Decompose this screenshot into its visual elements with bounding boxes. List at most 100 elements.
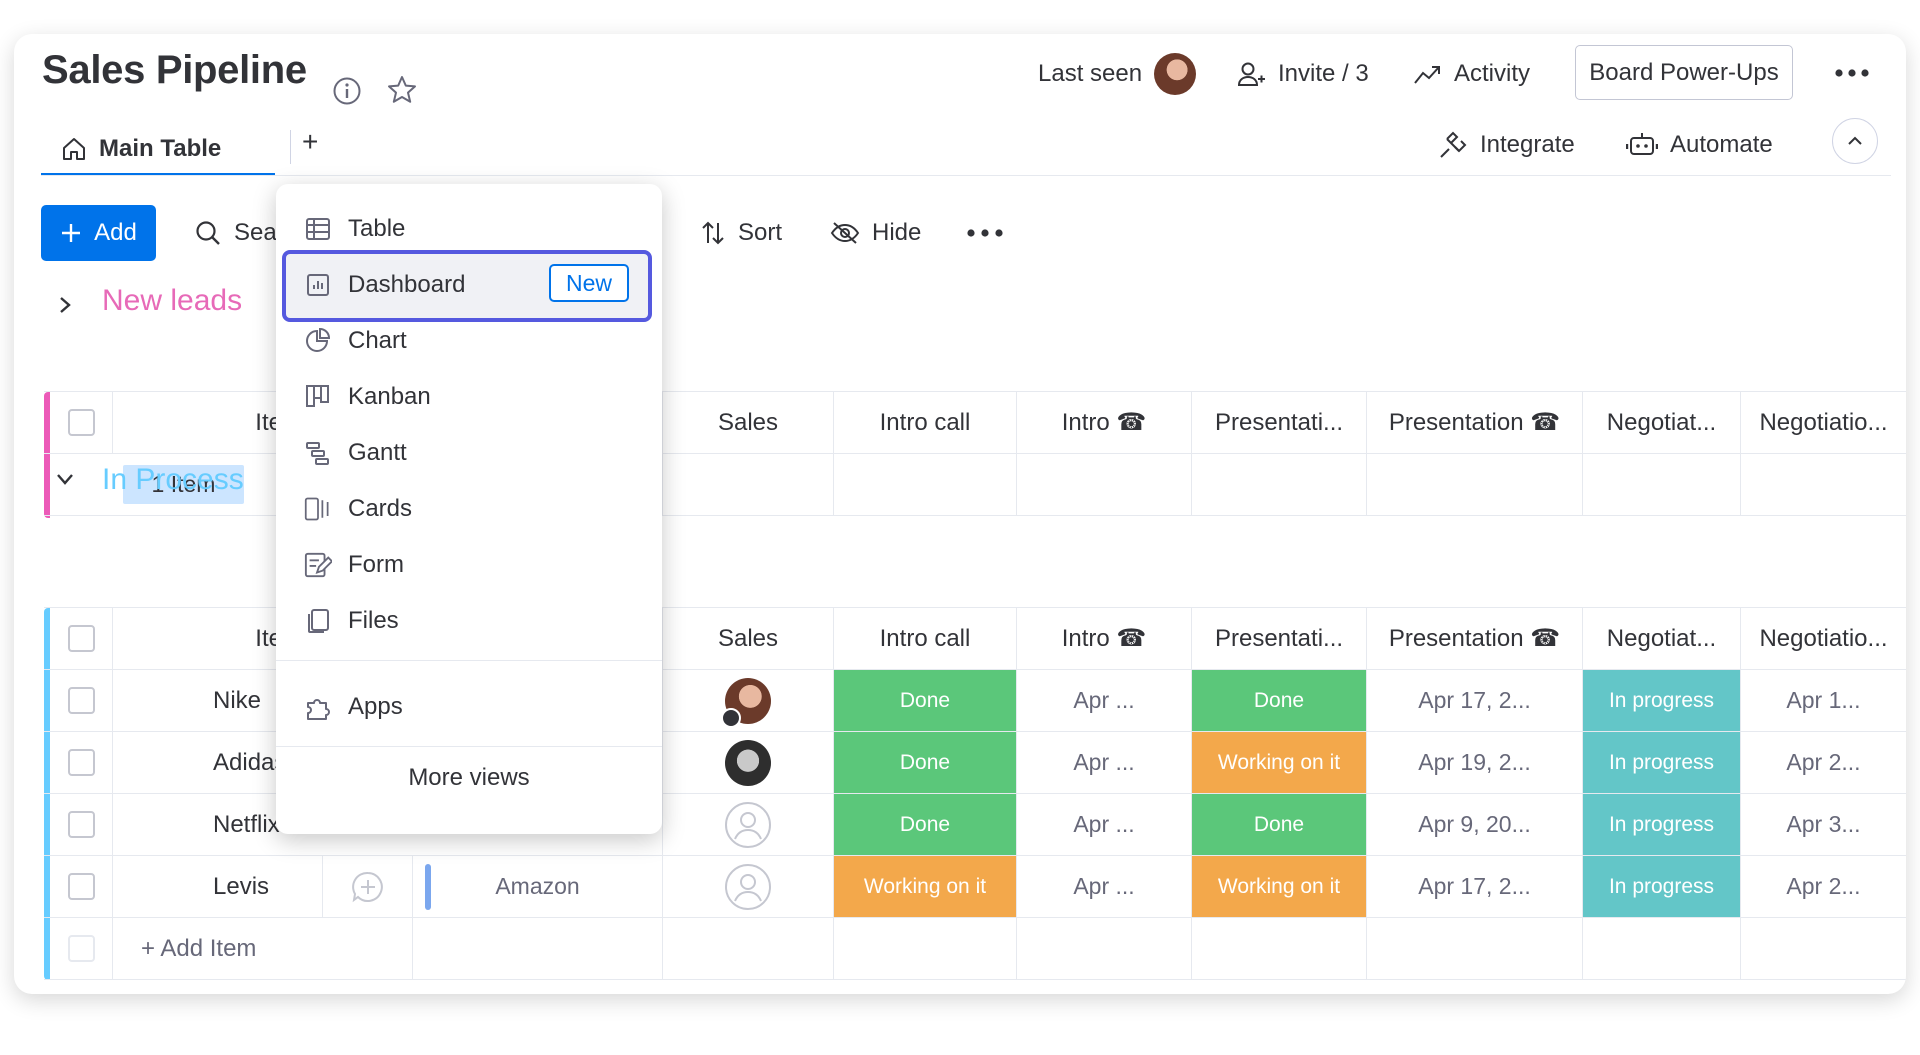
activity-button[interactable]: Activity (1412, 54, 1530, 94)
row-checkbox[interactable] (50, 670, 112, 731)
negotiation-date[interactable]: Apr 3... (1740, 794, 1906, 855)
menu-item-label: Cards (348, 495, 413, 522)
pie-chart-icon (304, 327, 332, 355)
invite-button[interactable]: Invite / 3 (1236, 54, 1369, 94)
column-header-negotiation-status[interactable]: Negotiat... (1582, 608, 1740, 669)
search-button[interactable]: Sea (194, 212, 277, 254)
column-header-intro[interactable]: Intro ☎ (1016, 392, 1191, 453)
menu-item-chart[interactable]: Chart (304, 318, 407, 364)
invite-label: Invite / 3 (1278, 60, 1369, 87)
integrate-label: Integrate (1480, 131, 1575, 158)
add-item-input[interactable]: + Add Item (112, 918, 412, 979)
intro-call-status[interactable]: Done (833, 732, 1016, 793)
negotiation-date[interactable]: Apr 2... (1740, 732, 1906, 793)
star-icon[interactable] (384, 72, 420, 108)
menu-item-gantt[interactable]: Gantt (304, 430, 407, 476)
hide-button[interactable]: Hide (830, 212, 921, 254)
row-checkbox[interactable] (50, 732, 112, 793)
table-row[interactable]: Levis Amazon Working on it Apr ... Worki… (44, 856, 1906, 918)
add-row-empty (1366, 918, 1582, 979)
negotiation-status[interactable]: In progress (1582, 732, 1740, 793)
negotiation-date[interactable]: Apr 1... (1740, 670, 1906, 731)
row-checkbox[interactable] (50, 794, 112, 855)
info-icon[interactable] (330, 74, 364, 108)
group-collapse-icon[interactable] (50, 464, 80, 494)
menu-divider (276, 660, 662, 661)
presentation-status[interactable]: Done (1191, 794, 1366, 855)
add-update-icon (351, 871, 383, 902)
menu-item-apps[interactable]: Apps (304, 684, 403, 730)
add-row-empty (412, 918, 662, 979)
menu-item-form[interactable]: Form (304, 542, 404, 588)
intro-call-status[interactable]: Working on it (833, 856, 1016, 917)
select-all-checkbox[interactable] (50, 608, 112, 669)
column-header-negotiation-date[interactable]: Negotiatio... (1740, 608, 1906, 669)
sales-person-cell[interactable] (662, 856, 833, 917)
column-header-sales[interactable]: Sales (662, 392, 833, 453)
sort-button[interactable]: Sort (700, 212, 782, 254)
menu-item-kanban[interactable]: Kanban (304, 374, 431, 420)
group-title-new-leads[interactable]: New leads (102, 284, 242, 318)
row-checkbox[interactable] (50, 856, 112, 917)
sales-person-cell[interactable] (662, 794, 833, 855)
intro-date[interactable]: Apr ... (1016, 856, 1191, 917)
menu-item-files[interactable]: Files (304, 598, 399, 644)
column-header-intro[interactable]: Intro ☎ (1016, 608, 1191, 669)
column-header-intro-call[interactable]: Intro call (833, 392, 1016, 453)
tab-main-table[interactable]: Main Table (41, 121, 275, 176)
collapse-header-button[interactable] (1832, 118, 1878, 164)
presentation-status[interactable]: Working on it (1191, 856, 1366, 917)
add-item-button[interactable]: Add (41, 205, 156, 261)
board-power-ups-button[interactable]: Board Power-Ups (1575, 45, 1793, 100)
presentation-date[interactable]: Apr 17, 2... (1366, 856, 1582, 917)
more-options-icon[interactable] (1832, 58, 1872, 88)
column-header-presentation-date[interactable]: Presentation ☎ (1366, 608, 1582, 669)
integrate-button[interactable]: Integrate (1438, 122, 1575, 168)
add-row-empty (833, 918, 1016, 979)
column-header-negotiation-date[interactable]: Negotiatio... (1740, 392, 1906, 453)
column-header-intro-call[interactable]: Intro call (833, 608, 1016, 669)
form-icon (304, 551, 332, 579)
intro-call-status[interactable]: Done (833, 670, 1016, 731)
presentation-status[interactable]: Done (1191, 670, 1366, 731)
menu-item-cards[interactable]: Cards (304, 486, 412, 532)
intro-call-status[interactable]: Done (833, 794, 1016, 855)
add-view-button[interactable]: + (302, 126, 318, 158)
group-expand-icon[interactable] (52, 290, 78, 320)
intro-date[interactable]: Apr ... (1016, 794, 1191, 855)
board-title[interactable]: Sales Pipeline (42, 48, 307, 93)
select-all-checkbox[interactable] (50, 392, 112, 453)
add-view-menu: Table Dashboard New Chart Kanban Gantt C… (276, 184, 662, 834)
column-header-negotiation-status[interactable]: Negotiat... (1582, 392, 1740, 453)
presentation-status[interactable]: Working on it (1191, 732, 1366, 793)
sales-person-cell[interactable] (662, 670, 833, 731)
presentation-date[interactable]: Apr 9, 20... (1366, 794, 1582, 855)
item-name[interactable]: Levis (112, 856, 322, 917)
negotiation-status[interactable]: In progress (1582, 670, 1740, 731)
presentation-date[interactable]: Apr 17, 2... (1366, 670, 1582, 731)
column-header-presentation-status[interactable]: Presentati... (1191, 608, 1366, 669)
negotiation-date[interactable]: Apr 2... (1740, 856, 1906, 917)
menu-item-table[interactable]: Table (304, 206, 405, 252)
column-header-presentation-status[interactable]: Presentati... (1191, 392, 1366, 453)
intro-date[interactable]: Apr ... (1016, 732, 1191, 793)
add-update-cell[interactable] (322, 856, 412, 917)
robot-icon (1626, 133, 1658, 155)
menu-item-dashboard[interactable]: Dashboard (304, 262, 465, 308)
column-header-presentation-date[interactable]: Presentation ☎ (1366, 392, 1582, 453)
group-title-in-process[interactable]: In Process (102, 463, 244, 497)
company-cell[interactable]: Amazon (412, 856, 662, 917)
toolbar-more-icon[interactable] (964, 220, 1006, 246)
menu-item-label: Form (348, 551, 404, 578)
column-header-sales[interactable]: Sales (662, 608, 833, 669)
sales-person-cell[interactable] (662, 732, 833, 793)
automate-button[interactable]: Automate (1626, 122, 1773, 168)
negotiation-status[interactable]: In progress (1582, 856, 1740, 917)
negotiation-status[interactable]: In progress (1582, 794, 1740, 855)
presentation-date[interactable]: Apr 19, 2... (1366, 732, 1582, 793)
intro-date[interactable]: Apr ... (1016, 670, 1191, 731)
chevron-up-icon (1848, 136, 1862, 145)
more-views-link[interactable]: More views (276, 764, 662, 792)
add-row-empty (1016, 918, 1191, 979)
last-seen[interactable]: Last seen (1038, 53, 1197, 95)
